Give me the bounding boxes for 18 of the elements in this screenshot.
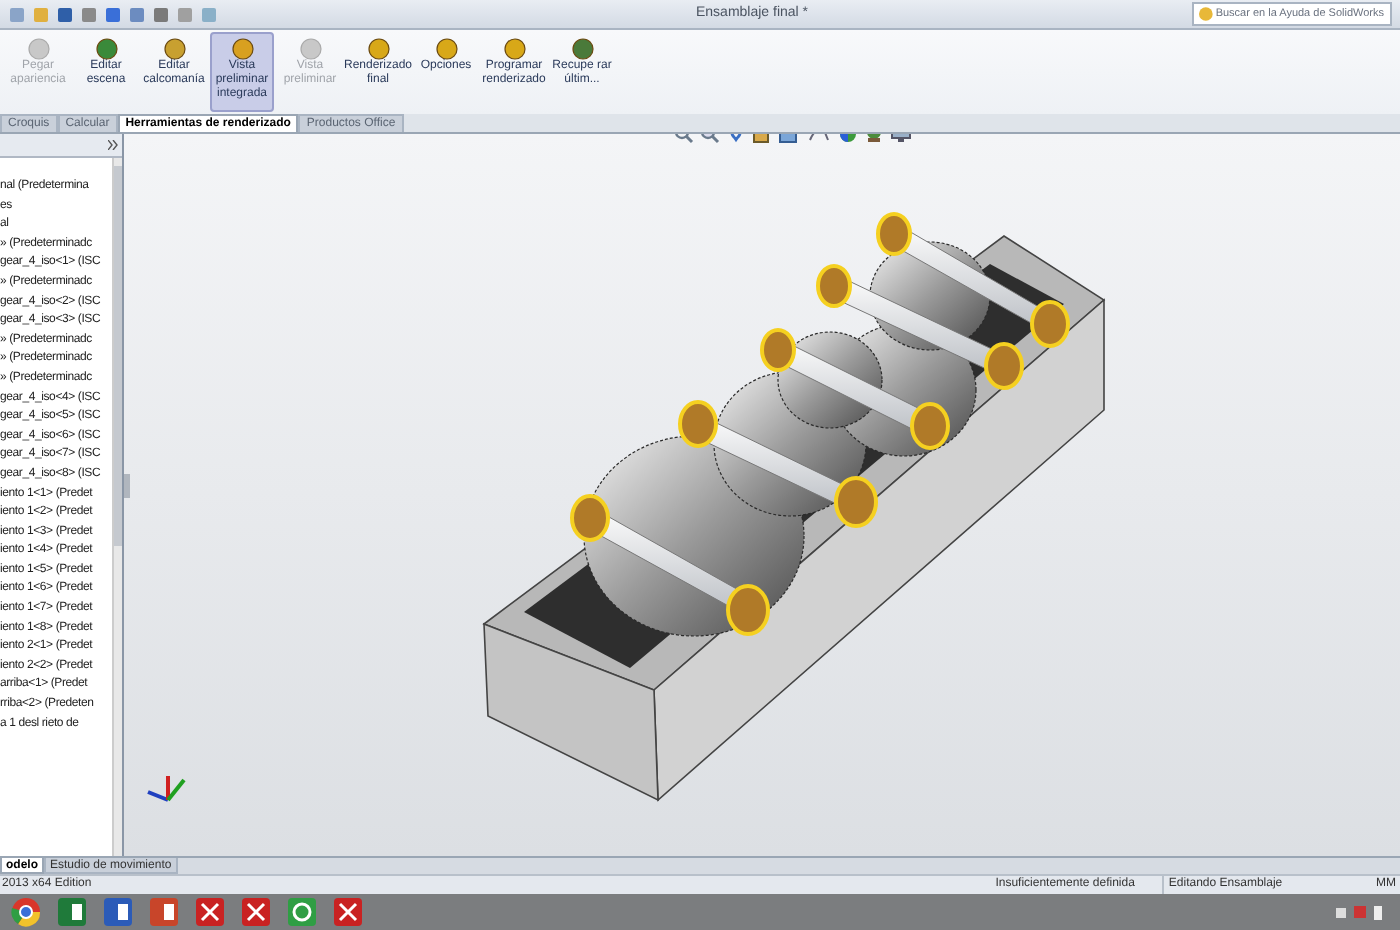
- axis-triad-icon: [144, 770, 188, 806]
- sphere-icon: [503, 38, 525, 60]
- presentation-app-icon[interactable]: [148, 896, 180, 928]
- sphere-icon: [571, 38, 593, 60]
- browser-app-icon[interactable]: [10, 896, 42, 928]
- spreadsheet-app-icon[interactable]: [56, 896, 88, 928]
- sphere-icon: [367, 38, 389, 60]
- document-app-icon[interactable]: [102, 896, 134, 928]
- expand-chevron-icon[interactable]: [108, 140, 118, 150]
- sphere-icon: [231, 38, 253, 60]
- resize-handle[interactable]: [124, 474, 130, 498]
- help-icon: [1198, 6, 1214, 22]
- sphere-icon: [163, 38, 185, 60]
- sphere-icon: [435, 38, 457, 60]
- sphere-icon: [27, 38, 49, 60]
- sphere-icon: [299, 38, 321, 60]
- scrollbar[interactable]: [112, 158, 122, 856]
- sphere-icon: [95, 38, 117, 60]
